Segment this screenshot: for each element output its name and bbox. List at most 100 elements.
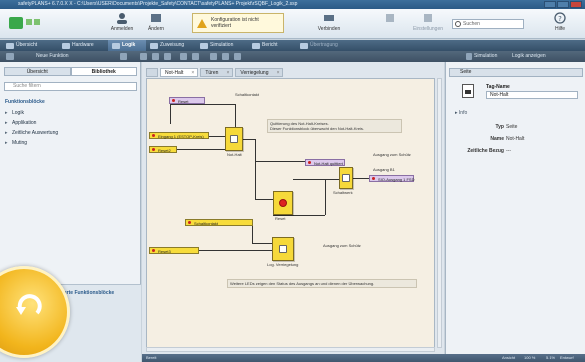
zoom-in-icon[interactable] bbox=[210, 53, 217, 60]
function-block-estop[interactable] bbox=[225, 127, 243, 151]
wire bbox=[252, 225, 253, 243]
close-tab-icon[interactable]: × bbox=[191, 69, 194, 78]
signal-interlock[interactable]: Schaltkontakt bbox=[185, 219, 253, 226]
block-label: Not-Halt bbox=[227, 152, 242, 157]
tab-assignment[interactable]: Zuweisung bbox=[146, 40, 196, 51]
editor-toolbar: Neue Funktion Simulation Logik anzeigen bbox=[0, 51, 585, 62]
simulation-icon bbox=[466, 53, 472, 60]
help-icon: ? bbox=[554, 12, 566, 24]
info-section-toggle[interactable]: ▸ Info bbox=[455, 110, 467, 116]
window-titlebar: safetyPLANS+ 6.7.0.X X - C:\Users\USER\D… bbox=[0, 0, 585, 9]
annotation-note[interactable]: Weitere LEDs zeigen den Status des Ausga… bbox=[227, 279, 417, 288]
delete-icon[interactable] bbox=[120, 53, 127, 60]
close-button[interactable] bbox=[570, 1, 582, 8]
annotation-note[interactable]: Quittierung des Not-Halt-Kreises. Dieser… bbox=[267, 119, 402, 133]
wire bbox=[325, 179, 326, 215]
horizontal-scrollbar[interactable] bbox=[146, 347, 435, 352]
search-input[interactable]: Suchen bbox=[452, 19, 524, 29]
hardware-icon bbox=[62, 42, 70, 49]
verification-warning[interactable]: Konfiguration ist nicht verifiziert bbox=[192, 13, 284, 33]
zoom-out-icon[interactable] bbox=[222, 53, 229, 60]
block-label: Schaltwerk bbox=[333, 190, 353, 195]
maximize-button[interactable] bbox=[557, 1, 569, 8]
cut-icon[interactable] bbox=[140, 53, 147, 60]
status-zoom: 100 % bbox=[524, 355, 536, 360]
library-item-application[interactable]: Applikation bbox=[5, 120, 37, 126]
svg-text:?: ? bbox=[558, 15, 562, 23]
annotation-text: Ausgang zum Schütz bbox=[373, 152, 411, 157]
tag-name-field[interactable]: Not-Halt bbox=[486, 91, 578, 99]
close-tab-icon[interactable]: × bbox=[226, 69, 229, 78]
simulation-button[interactable]: Simulation bbox=[474, 51, 497, 62]
fit-icon[interactable] bbox=[234, 53, 241, 60]
wire bbox=[255, 161, 305, 162]
estop-block-icon bbox=[230, 134, 238, 143]
login-button[interactable]: Anmelden bbox=[104, 12, 140, 36]
settings-icon bbox=[424, 14, 432, 22]
new-icon[interactable] bbox=[6, 53, 14, 60]
tab-logic[interactable]: Logik bbox=[108, 40, 146, 51]
status-percent: 5.1% bbox=[546, 355, 556, 360]
library-item-timing[interactable]: Zeitliche Auswertung bbox=[5, 130, 58, 136]
wire bbox=[353, 178, 369, 179]
close-tab-icon[interactable]: × bbox=[277, 69, 280, 78]
settings-button[interactable]: Einstellungen bbox=[410, 12, 446, 36]
signal-reset3[interactable]: Reset3 bbox=[149, 247, 199, 254]
vertical-scrollbar[interactable] bbox=[437, 78, 442, 348]
show-logic-button[interactable]: Logik anzeigen bbox=[512, 51, 546, 62]
function-block-switch[interactable] bbox=[339, 167, 353, 189]
tab-estop[interactable]: Not-Halt × bbox=[160, 68, 199, 78]
tab-interlock[interactable]: Verriegelung × bbox=[235, 68, 284, 78]
tab-hardware[interactable]: Hardware bbox=[58, 40, 108, 51]
window-controls bbox=[544, 1, 582, 8]
tab-report[interactable]: Bericht bbox=[248, 40, 296, 51]
library-tabs: Übersicht Bibliothek bbox=[4, 67, 137, 76]
new-function-button[interactable]: Neue Funktion bbox=[36, 51, 69, 62]
tab-doors[interactable]: Türen × bbox=[200, 68, 234, 78]
signal-estop-input[interactable]: Eingang 1 (ESTOP-Kreis) bbox=[149, 132, 209, 139]
wire bbox=[235, 104, 236, 129]
logic-canvas[interactable]: Reset Schaltkontakt Eingang 1 (ESTOP-Kre… bbox=[146, 78, 435, 348]
signal-reset2[interactable]: Reset2 bbox=[149, 146, 177, 153]
warning-icon bbox=[197, 19, 207, 28]
window-title: safetyPLANS+ 6.7.0.X X - C:\Users\USER\D… bbox=[18, 1, 298, 7]
simulation-icon bbox=[200, 42, 208, 49]
wire bbox=[170, 104, 171, 124]
logic-editor: Not-Halt × Türen × Verriegelung × Reset Sch… bbox=[142, 62, 444, 354]
tab-transfer[interactable]: Übertragung bbox=[296, 40, 356, 51]
library-item-logic[interactable]: Logik bbox=[5, 110, 24, 116]
undo-icon[interactable] bbox=[180, 53, 187, 60]
signal-estop-ok[interactable]: Not-Halt quittiert bbox=[305, 159, 345, 166]
tab-scroll-left[interactable] bbox=[146, 68, 158, 77]
minimize-button[interactable] bbox=[544, 1, 556, 8]
properties-header: Seite bbox=[449, 68, 583, 77]
overview-icon bbox=[6, 42, 14, 49]
signal-output[interactable]: SIO-Ausgang 1 FSD bbox=[369, 175, 414, 182]
tab-overview[interactable]: Übersicht bbox=[0, 40, 58, 51]
tab-library[interactable]: Bibliothek bbox=[70, 67, 137, 76]
app-logo bbox=[9, 17, 40, 29]
output-b1-label: Ausgang B1 bbox=[373, 167, 395, 172]
redo-icon[interactable] bbox=[192, 53, 199, 60]
library-filter-input[interactable]: Suche filtern bbox=[4, 82, 137, 91]
wire bbox=[199, 250, 272, 251]
disabled-button[interactable] bbox=[372, 12, 408, 36]
function-block-interlock[interactable] bbox=[272, 237, 294, 261]
status-bar: Bereit Ansicht 100 % 5.1% Entwurf bbox=[142, 354, 585, 362]
function-block-reset[interactable] bbox=[273, 191, 293, 215]
wire bbox=[243, 139, 255, 140]
connect-button[interactable]: Verbinden bbox=[311, 12, 347, 36]
status-mode: Entwurf bbox=[560, 355, 574, 360]
tab-overview-panel[interactable]: Übersicht bbox=[4, 67, 71, 76]
signal-reset[interactable]: Reset bbox=[169, 97, 205, 104]
help-button[interactable]: ? Hilfe bbox=[540, 12, 580, 36]
copy-icon[interactable] bbox=[152, 53, 159, 60]
page-icon bbox=[462, 84, 474, 98]
paste-icon[interactable] bbox=[164, 53, 171, 60]
tag-name-label: Tag-Name bbox=[486, 84, 510, 90]
wire bbox=[255, 199, 273, 200]
wire bbox=[255, 139, 256, 199]
change-button[interactable]: Ändern bbox=[138, 12, 174, 36]
tab-simulation[interactable]: Simulation bbox=[196, 40, 248, 51]
library-item-muting[interactable]: Muting bbox=[5, 140, 27, 146]
